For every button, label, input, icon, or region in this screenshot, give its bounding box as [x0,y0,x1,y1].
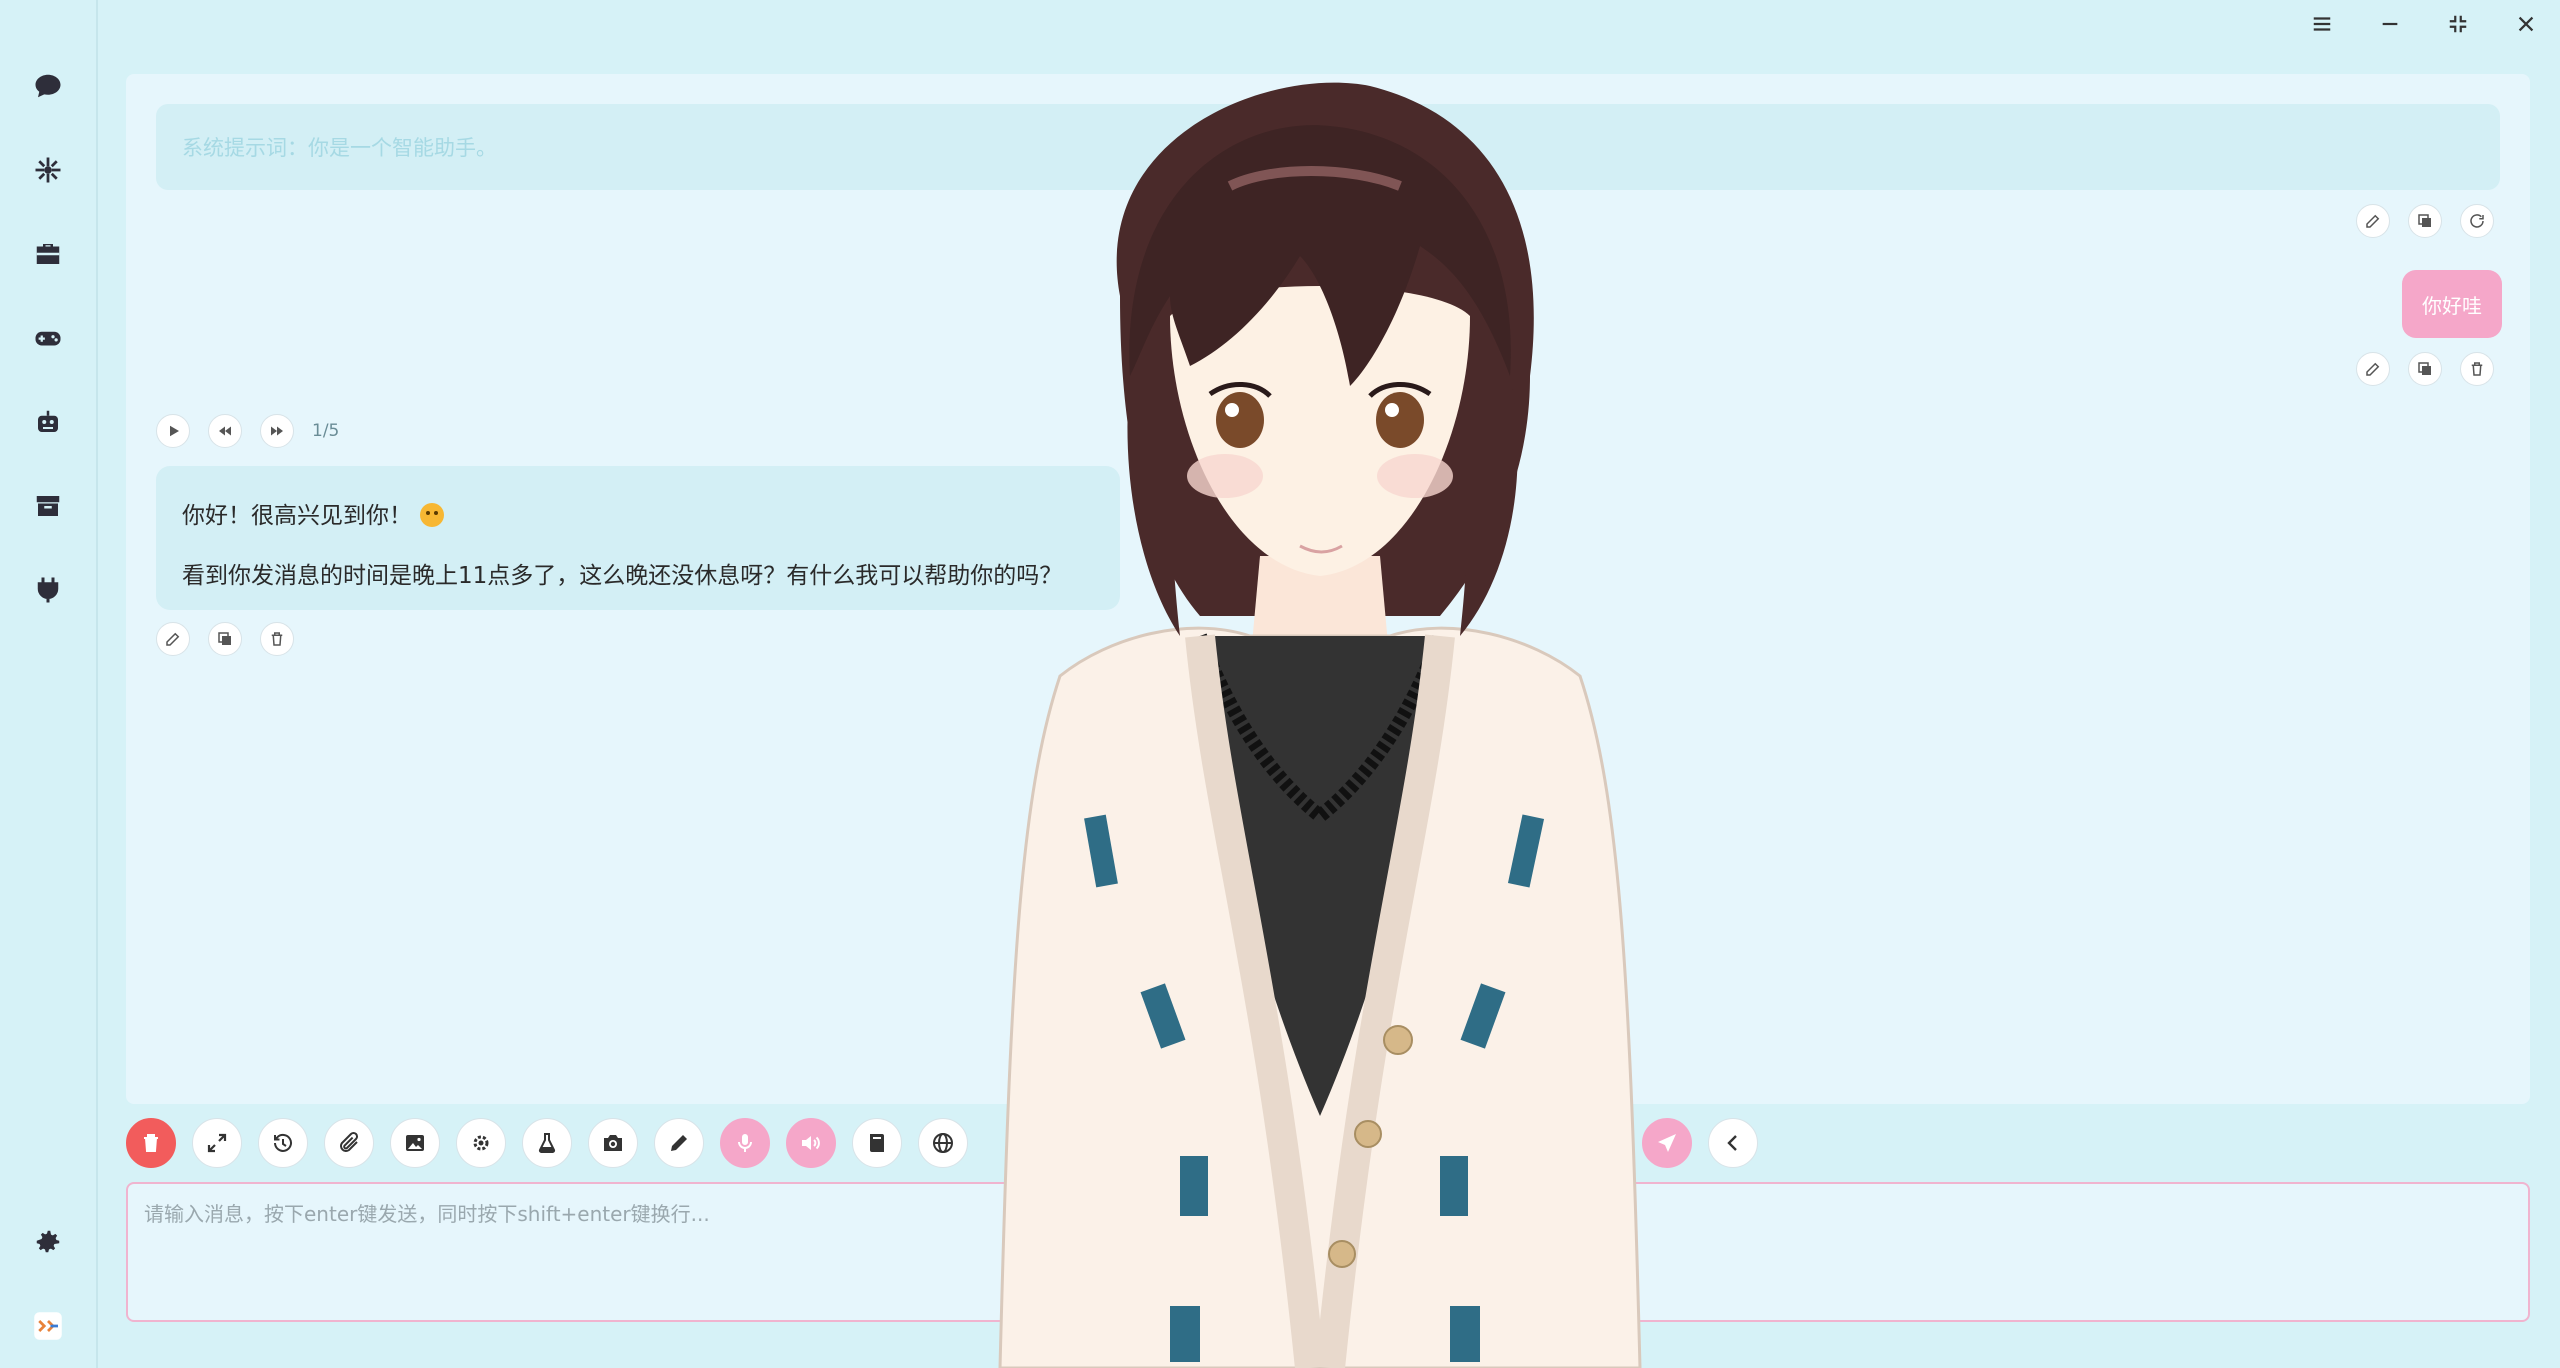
play-icon [170,425,179,437]
sidebar-item-app-logo[interactable] [24,1302,72,1350]
toolbox-icon [36,244,60,264]
fast-forward-icon [271,426,283,436]
edit-icon [166,632,180,646]
copy-icon [218,632,231,645]
copy-assistant-message-button[interactable] [208,622,242,656]
system-prompt-text: 系统提示词：你是一个智能助手。 [182,136,497,160]
close-button[interactable] [2492,0,2560,48]
audio-playback-controls: 1/5 [156,414,339,448]
gamepad-icon [35,331,61,346]
menu-button[interactable] [2288,0,2356,48]
network-icon [35,157,61,183]
minimize-icon [2382,22,2398,26]
sidebar-item-settings[interactable] [24,1218,72,1266]
logo-icon [34,1312,62,1340]
delete-user-message-button[interactable] [2460,352,2494,386]
sidebar-item-network[interactable] [24,146,72,194]
camera-icon [604,1135,622,1151]
settings-button[interactable] [456,1118,506,1168]
sidebar [0,0,98,1368]
playback-counter: 1/5 [312,421,340,441]
edit-assistant-message-button[interactable] [156,622,190,656]
speaker-icon [802,1136,820,1150]
trash-icon [144,1134,158,1152]
archive-icon [36,496,60,516]
copy-icon [2418,214,2431,227]
expand-icon [207,1133,227,1153]
window-titlebar [2288,0,2560,48]
copy-system-button[interactable] [2408,204,2442,238]
chevron-left-icon [1727,1135,1737,1151]
camera-button[interactable] [588,1118,638,1168]
edit-user-message-button[interactable] [2356,352,2390,386]
flask-button[interactable] [522,1118,572,1168]
history-icon [274,1133,292,1152]
collapse-button[interactable] [1708,1118,1758,1168]
sidebar-item-robot[interactable] [24,398,72,446]
sidebar-item-plugin[interactable] [24,566,72,614]
refresh-system-button[interactable] [2460,204,2494,238]
copy-user-message-button[interactable] [2408,352,2442,386]
plug-icon [37,577,59,603]
sidebar-item-archive[interactable] [24,482,72,530]
play-button[interactable] [156,414,190,448]
draw-button[interactable] [654,1118,704,1168]
microphone-button[interactable] [720,1118,770,1168]
avatar-character[interactable] [970,76,1670,1368]
smiling-face-emoji-icon [420,503,444,527]
speaker-button[interactable] [786,1118,836,1168]
pencil-icon [671,1135,687,1151]
gear-icon [36,1230,60,1253]
delete-assistant-message-button[interactable] [260,622,294,656]
restore-button[interactable] [2424,0,2492,48]
fast-forward-button[interactable] [260,414,294,448]
copy-icon [2418,362,2431,375]
microphone-icon [738,1134,752,1152]
minimize-button[interactable] [2356,0,2424,48]
assistant-message-line-2: 看到你发消息的时间是晚上11点多了，这么晚还没休息呀？有什么我可以帮助你的吗？ [182,563,1063,589]
trash-icon [271,632,283,646]
refresh-icon [2470,214,2484,228]
settings-cog-icon [473,1135,489,1151]
chat-bubble-icon [35,74,61,98]
system-prompt-actions [2356,204,2494,238]
assistant-message-actions [156,622,294,656]
expand-button[interactable] [192,1118,242,1168]
restore-icon [2449,15,2467,33]
web-search-button[interactable] [918,1118,968,1168]
knowledge-base-button[interactable] [852,1118,902,1168]
assistant-message-line-1: 你好！很高兴见到你！ [182,496,444,530]
sidebar-item-chat[interactable] [24,62,72,110]
history-button[interactable] [258,1118,308,1168]
flask-icon [538,1133,556,1153]
menu-icon [2313,17,2331,31]
edit-icon [2366,362,2380,376]
sidebar-item-toolbox[interactable] [24,230,72,278]
edit-icon [2366,214,2380,228]
clear-chat-button[interactable] [126,1118,176,1168]
edit-system-button[interactable] [2356,204,2390,238]
sidebar-item-game[interactable] [24,314,72,362]
close-icon [2518,16,2534,32]
assistant-greeting-text: 你好！很高兴见到你！ [182,503,412,529]
image-button[interactable] [390,1118,440,1168]
trash-icon [2471,362,2483,376]
rewind-icon [219,426,231,436]
book-icon [870,1134,884,1152]
robot-icon [38,410,58,432]
image-icon [406,1135,424,1151]
paperclip-icon [340,1131,359,1152]
user-message-bubble: 你好哇 [2402,270,2502,338]
user-message-text: 你好哇 [2422,293,2482,318]
rewind-button[interactable] [208,414,242,448]
attach-file-button[interactable] [324,1118,374,1168]
user-message-actions [2356,352,2494,386]
globe-icon [933,1133,953,1153]
